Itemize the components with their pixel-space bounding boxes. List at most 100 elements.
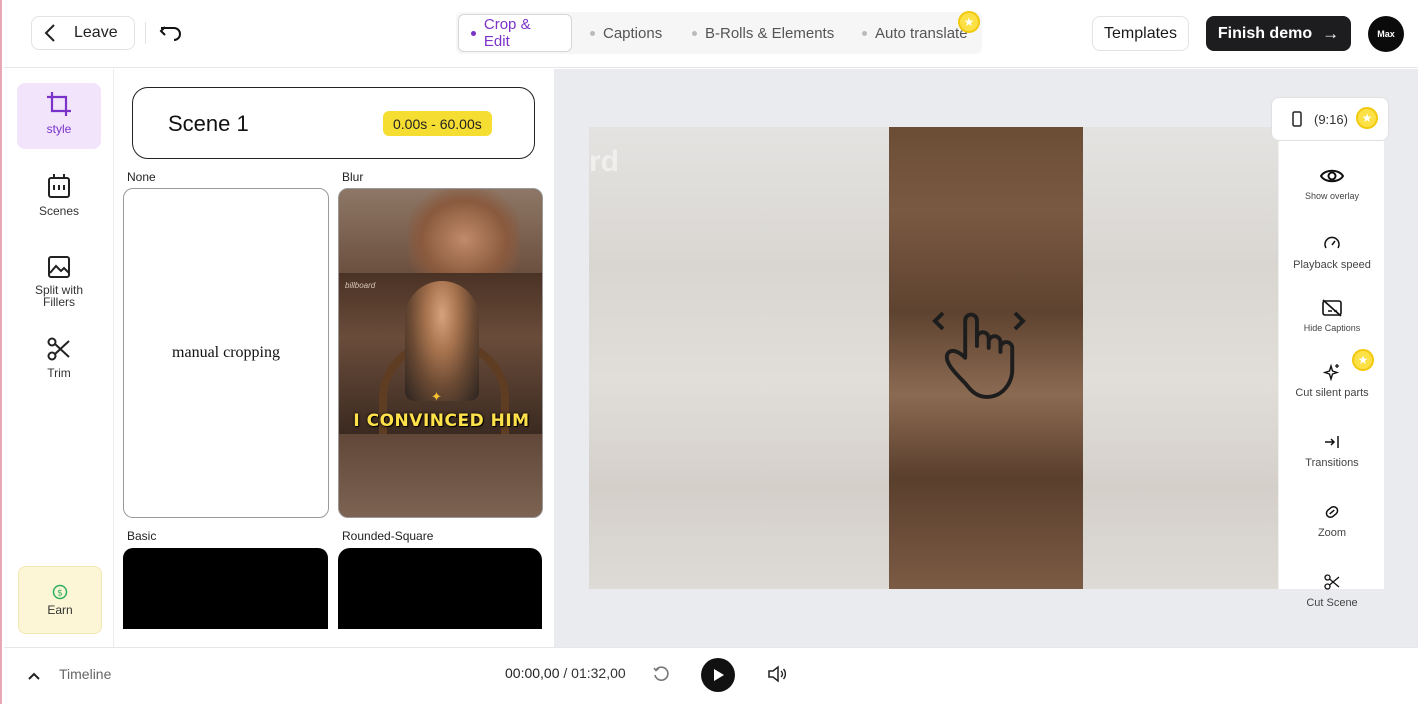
earn-button[interactable]: $ Earn	[18, 566, 102, 634]
earn-label: Earn	[47, 602, 73, 617]
tool-label: Transitions	[1305, 457, 1359, 469]
sidebar-item-label: Split with Fillers	[34, 283, 84, 309]
replay-icon	[653, 666, 669, 681]
hide-captions-button[interactable]: Hide Captions	[1279, 297, 1385, 333]
volume-button[interactable]	[767, 665, 789, 685]
sidebar-item-label: Scenes	[38, 204, 80, 218]
sidebar-item-split-with-fillers[interactable]: Split with Fillers	[17, 245, 101, 315]
chevron-up-icon	[28, 672, 40, 680]
svg-text:$: $	[57, 588, 63, 598]
handshake-icon: ✦	[431, 389, 442, 404]
left-sidebar: style Scenes Split with Fillers Trim $ E…	[4, 69, 114, 647]
cut-silent-parts-button[interactable]: Cut silent parts ★	[1279, 349, 1385, 399]
video-ghost-text: rd	[589, 145, 619, 178]
show-overlay-button[interactable]: Show overlay	[1279, 165, 1385, 201]
premium-badge-icon: ★	[1356, 107, 1378, 129]
crop-icon	[46, 83, 72, 117]
chevron-left-icon	[44, 24, 55, 42]
current-time: 00:00,00	[505, 665, 560, 681]
sidebar-item-label: style	[46, 122, 72, 136]
image-icon	[47, 245, 71, 279]
transitions-button[interactable]: Transitions	[1279, 431, 1385, 469]
finish-demo-button[interactable]: Finish demo →	[1206, 16, 1351, 51]
replay-button[interactable]	[652, 665, 672, 685]
tool-label: Cut silent parts	[1295, 387, 1369, 399]
leave-label: Leave	[74, 24, 118, 41]
avatar[interactable]: Max	[1368, 16, 1404, 52]
play-icon	[714, 669, 724, 681]
tab-label: B-Rolls & Elements	[705, 24, 835, 42]
option-label-rounded-square: Rounded-Square	[342, 529, 434, 543]
app-frame: Leave Crop & Edit Captions B-Rolls & Ele…	[0, 0, 1418, 704]
drag-hand-icon	[932, 311, 1026, 399]
tab-dot	[692, 30, 697, 36]
sidebar-item-label: Trim	[47, 366, 71, 380]
tab-dot	[471, 30, 476, 36]
tab-label: Captions	[603, 24, 663, 42]
playback-speed-button[interactable]: Playback speed	[1279, 233, 1385, 271]
person-figure	[405, 281, 479, 401]
transition-icon	[1324, 431, 1340, 453]
aspect-ratio-button[interactable]: (9:16) ★	[1271, 97, 1389, 141]
arrow-right-icon: →	[1322, 23, 1340, 43]
scene-title: Scene 1	[168, 111, 249, 136]
style-option-none[interactable]: manual cropping	[123, 188, 329, 518]
tab-captions[interactable]: Captions	[590, 14, 662, 52]
play-button[interactable]	[701, 658, 735, 692]
timeline-toggle-button[interactable]	[24, 666, 44, 686]
undo-icon	[159, 26, 181, 41]
tab-label: Crop & Edit	[483, 16, 531, 50]
phone-icon	[1292, 111, 1302, 127]
video-caption: I CONVINCED HIM	[353, 411, 530, 431]
editor-tabs: Crop & Edit Captions B-Rolls & Elements …	[456, 11, 982, 54]
eye-icon	[1320, 165, 1344, 187]
scene-time-badge: 0.00s - 60.00s	[383, 111, 492, 136]
scissors-icon	[1324, 571, 1340, 593]
premium-badge-icon: ★	[958, 11, 980, 33]
top-bar: Leave Crop & Edit Captions B-Rolls & Ele…	[4, 0, 1418, 68]
zoom-icon	[1324, 501, 1340, 523]
option-label-basic: Basic	[127, 529, 157, 543]
sidebar-item-scenes[interactable]: Scenes	[17, 165, 101, 231]
sidebar-item-trim[interactable]: Trim	[17, 327, 101, 393]
style-panel: Scene 1 0.00s - 60.00s None Blur manual …	[115, 69, 553, 647]
panel-bottom-fade	[115, 629, 553, 647]
tool-label: Cut Scene	[1306, 597, 1358, 609]
tab-auto-translate[interactable]: Auto translate	[862, 14, 968, 52]
video-preview[interactable]: rd	[589, 127, 1279, 589]
tab-crop-edit[interactable]: Crop & Edit	[458, 14, 572, 52]
tools-panel: Show overlay Playback speed Hide Caption…	[1278, 141, 1385, 609]
tab-dot	[862, 30, 867, 36]
scene-card[interactable]: Scene 1 0.00s - 60.00s	[132, 87, 535, 159]
dollar-icon: $	[52, 584, 68, 599]
aspect-ratio-label: (9:16)	[1314, 111, 1348, 127]
timeline-label: Timeline	[59, 666, 112, 682]
tab-b-rolls-elements[interactable]: B-Rolls & Elements	[692, 14, 834, 52]
templates-button[interactable]: Templates	[1092, 16, 1189, 51]
divider	[145, 22, 146, 44]
zoom-button[interactable]: Zoom	[1279, 501, 1385, 539]
total-time: 01:32,00	[571, 665, 626, 681]
tool-label: Zoom	[1317, 527, 1347, 539]
sparkle-icon	[1323, 361, 1341, 383]
premium-badge-icon: ★	[1352, 349, 1374, 371]
volume-icon	[768, 665, 787, 683]
cut-scene-button[interactable]: Cut Scene	[1279, 571, 1385, 609]
scissors-icon	[47, 327, 71, 361]
tool-label: Show overlay	[1304, 191, 1360, 201]
video-logo: billboard	[345, 281, 376, 290]
tab-dot	[590, 30, 595, 36]
leave-button[interactable]: Leave	[31, 16, 135, 50]
time-readout: 00:00,00 / 01:32,00	[505, 665, 626, 681]
finish-label: Finish demo	[1217, 24, 1313, 42]
blurred-face	[409, 189, 519, 273]
tool-label: Hide Captions	[1303, 323, 1361, 333]
style-option-blur[interactable]: billboard ✦ I CONVINCED HIM	[338, 188, 543, 518]
tool-label: Playback speed	[1293, 259, 1371, 271]
scenes-icon	[47, 165, 71, 199]
undo-button[interactable]	[158, 21, 184, 45]
captions-off-icon	[1322, 297, 1342, 319]
sidebar-item-style[interactable]: style	[17, 83, 101, 149]
tab-label: Auto translate	[875, 24, 968, 42]
timeline-bar: Timeline 00:00,00 / 01:32,00	[4, 647, 1418, 704]
